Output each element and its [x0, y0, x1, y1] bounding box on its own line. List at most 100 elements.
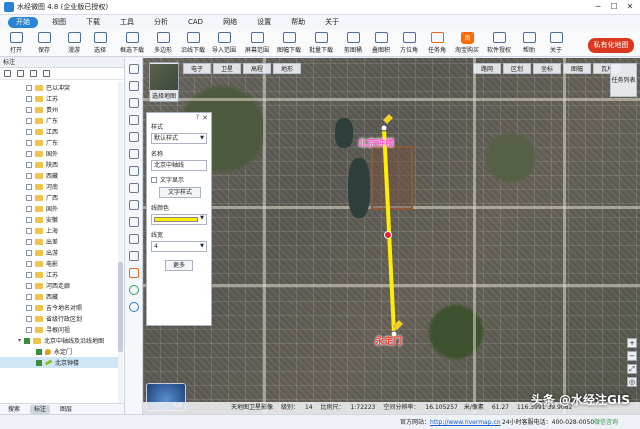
- close-icon[interactable]: ✕: [202, 114, 208, 122]
- eraser-icon[interactable]: [128, 251, 139, 261]
- select-button[interactable]: 选择: [86, 31, 114, 55]
- tree-item[interactable]: 江苏: [0, 93, 118, 104]
- line-width-select[interactable]: 4 ▼: [151, 241, 207, 252]
- bell-tower-pin-icon[interactable]: [382, 113, 394, 125]
- about-button[interactable]: 关于: [542, 31, 570, 55]
- close-button[interactable]: ✕: [622, 0, 638, 14]
- tree-checkbox[interactable]: [26, 238, 32, 245]
- menu-help[interactable]: 帮助: [281, 17, 315, 28]
- tree-item[interactable]: 西藏: [0, 170, 118, 181]
- menu-about[interactable]: 关于: [315, 17, 349, 28]
- cursor-icon[interactable]: [128, 81, 139, 91]
- open-button[interactable]: 打开: [2, 31, 30, 55]
- tab-coordinates[interactable]: 坐标: [533, 63, 562, 74]
- tree-checkbox[interactable]: [26, 216, 32, 223]
- text-show-checkbox[interactable]: 文字显示: [151, 175, 207, 184]
- midpoint-marker[interactable]: [384, 231, 392, 239]
- tree-item[interactable]: 国外: [0, 203, 118, 214]
- menu-start[interactable]: 开始: [8, 16, 38, 28]
- hand-icon[interactable]: [128, 64, 139, 74]
- tree-item[interactable]: 永定门: [0, 346, 118, 357]
- area-icon[interactable]: [128, 217, 139, 227]
- text-style-button[interactable]: 文字样式: [159, 187, 201, 198]
- tab-electronic[interactable]: 电子: [183, 63, 212, 74]
- import-range-button[interactable]: 导入范围: [210, 31, 238, 55]
- axis-line[interactable]: [382, 127, 396, 335]
- batch-download-button[interactable]: 批量下载: [307, 31, 335, 55]
- checkbox-box[interactable]: [151, 176, 157, 183]
- globe-icon[interactable]: [128, 285, 139, 295]
- tree-item[interactable]: 北京钟楼: [0, 357, 118, 368]
- tree-checkbox[interactable]: [26, 249, 32, 256]
- menu-cad[interactable]: CAD: [178, 17, 213, 28]
- box-download-button[interactable]: 框选下载: [118, 31, 146, 55]
- tree-checkbox[interactable]: [36, 359, 42, 366]
- tree-checkbox[interactable]: [26, 260, 32, 267]
- bell-tower-vertex[interactable]: [380, 124, 388, 132]
- tree-checkbox[interactable]: [26, 293, 32, 300]
- circle-icon[interactable]: [128, 166, 139, 176]
- task-button[interactable]: 任务角: [423, 31, 451, 55]
- tree-checkbox[interactable]: [26, 282, 32, 289]
- arrow-icon[interactable]: [128, 234, 139, 244]
- minimize-button[interactable]: ─: [590, 0, 606, 14]
- wechat-link[interactable]: 微信咨询: [594, 415, 618, 429]
- locate-button[interactable]: ◎: [627, 377, 637, 387]
- tab-satellite[interactable]: 卫星: [213, 63, 242, 74]
- sheet-download-button[interactable]: 图幅下载: [275, 31, 303, 55]
- polygon-icon[interactable]: [128, 132, 139, 142]
- private-map-button[interactable]: 私有化地图: [588, 38, 634, 53]
- tree-item[interactable]: 江苏: [0, 269, 118, 280]
- tree-checkbox[interactable]: [26, 205, 32, 212]
- location-icon[interactable]: [128, 302, 139, 312]
- line-download-button[interactable]: 沿线下载: [179, 31, 207, 55]
- chart-icon[interactable]: [128, 268, 139, 278]
- scrollbar-thumb[interactable]: [118, 262, 123, 352]
- tree-checkbox[interactable]: [26, 150, 32, 157]
- help-icon[interactable]: ?: [196, 114, 199, 121]
- style-select[interactable]: 默认样式 ▼: [151, 133, 207, 144]
- tree-item[interactable]: 广东: [0, 137, 118, 148]
- menu-settings[interactable]: 设置: [247, 17, 281, 28]
- tree-checkbox[interactable]: [36, 348, 42, 355]
- tree-item[interactable]: 江西: [0, 126, 118, 137]
- rectangle-icon[interactable]: [128, 149, 139, 159]
- tree-item[interactable]: 陕西: [0, 159, 118, 170]
- menu-tools[interactable]: 工具: [110, 17, 144, 28]
- menu-analysis[interactable]: 分析: [144, 17, 178, 28]
- tree-checkbox[interactable]: [26, 117, 32, 124]
- tree-item[interactable]: 出游: [0, 247, 118, 258]
- cloud-icon[interactable]: [43, 70, 50, 77]
- pin-icon[interactable]: [128, 98, 139, 108]
- azimuth-button[interactable]: 方位角: [395, 31, 423, 55]
- line-color-picker[interactable]: ▼: [151, 214, 207, 225]
- tree-item[interactable]: 出差: [0, 236, 118, 247]
- tree-item[interactable]: 河南: [0, 181, 118, 192]
- tree-checkbox[interactable]: [26, 139, 32, 146]
- tree-checkbox[interactable]: [26, 194, 32, 201]
- more-button[interactable]: 更多: [165, 260, 193, 271]
- tree-checkbox[interactable]: [26, 304, 32, 311]
- maximize-button[interactable]: ☐: [606, 0, 622, 14]
- tab-terrain[interactable]: 地形: [273, 63, 302, 74]
- license-button[interactable]: 软件授权: [485, 31, 513, 55]
- tree-checkbox[interactable]: [26, 271, 32, 278]
- tab-roads[interactable]: 路网: [473, 63, 502, 74]
- tree-item[interactable]: 省级行政区划: [0, 313, 118, 324]
- tree-checkbox[interactable]: [26, 227, 32, 234]
- task-list-button[interactable]: 任务列表: [610, 63, 637, 97]
- tab-layers[interactable]: 图层: [56, 405, 76, 414]
- text-icon[interactable]: [128, 183, 139, 193]
- tab-annotation[interactable]: 标注: [30, 405, 51, 414]
- screen-range-button[interactable]: 屏幕范围: [243, 31, 271, 55]
- tree-item[interactable]: 安徽: [0, 214, 118, 225]
- map-view[interactable]: 北京钟楼 永定门 选择地图 电子 卫星 高程 地形 路网 区划 坐标 图幅 瓦片…: [143, 58, 640, 414]
- polyline-icon[interactable]: [128, 115, 139, 125]
- import-icon[interactable]: [30, 70, 37, 77]
- tree-checkbox[interactable]: [26, 183, 32, 190]
- tree-checkbox[interactable]: [26, 161, 32, 168]
- map-switcher[interactable]: 选择地图: [149, 62, 179, 102]
- tree-checkbox[interactable]: [26, 172, 32, 179]
- tree-item[interactable]: 吉今地名对照: [0, 302, 118, 313]
- tree-item[interactable]: ▾ 北京中轴线及沿线地图: [0, 335, 118, 346]
